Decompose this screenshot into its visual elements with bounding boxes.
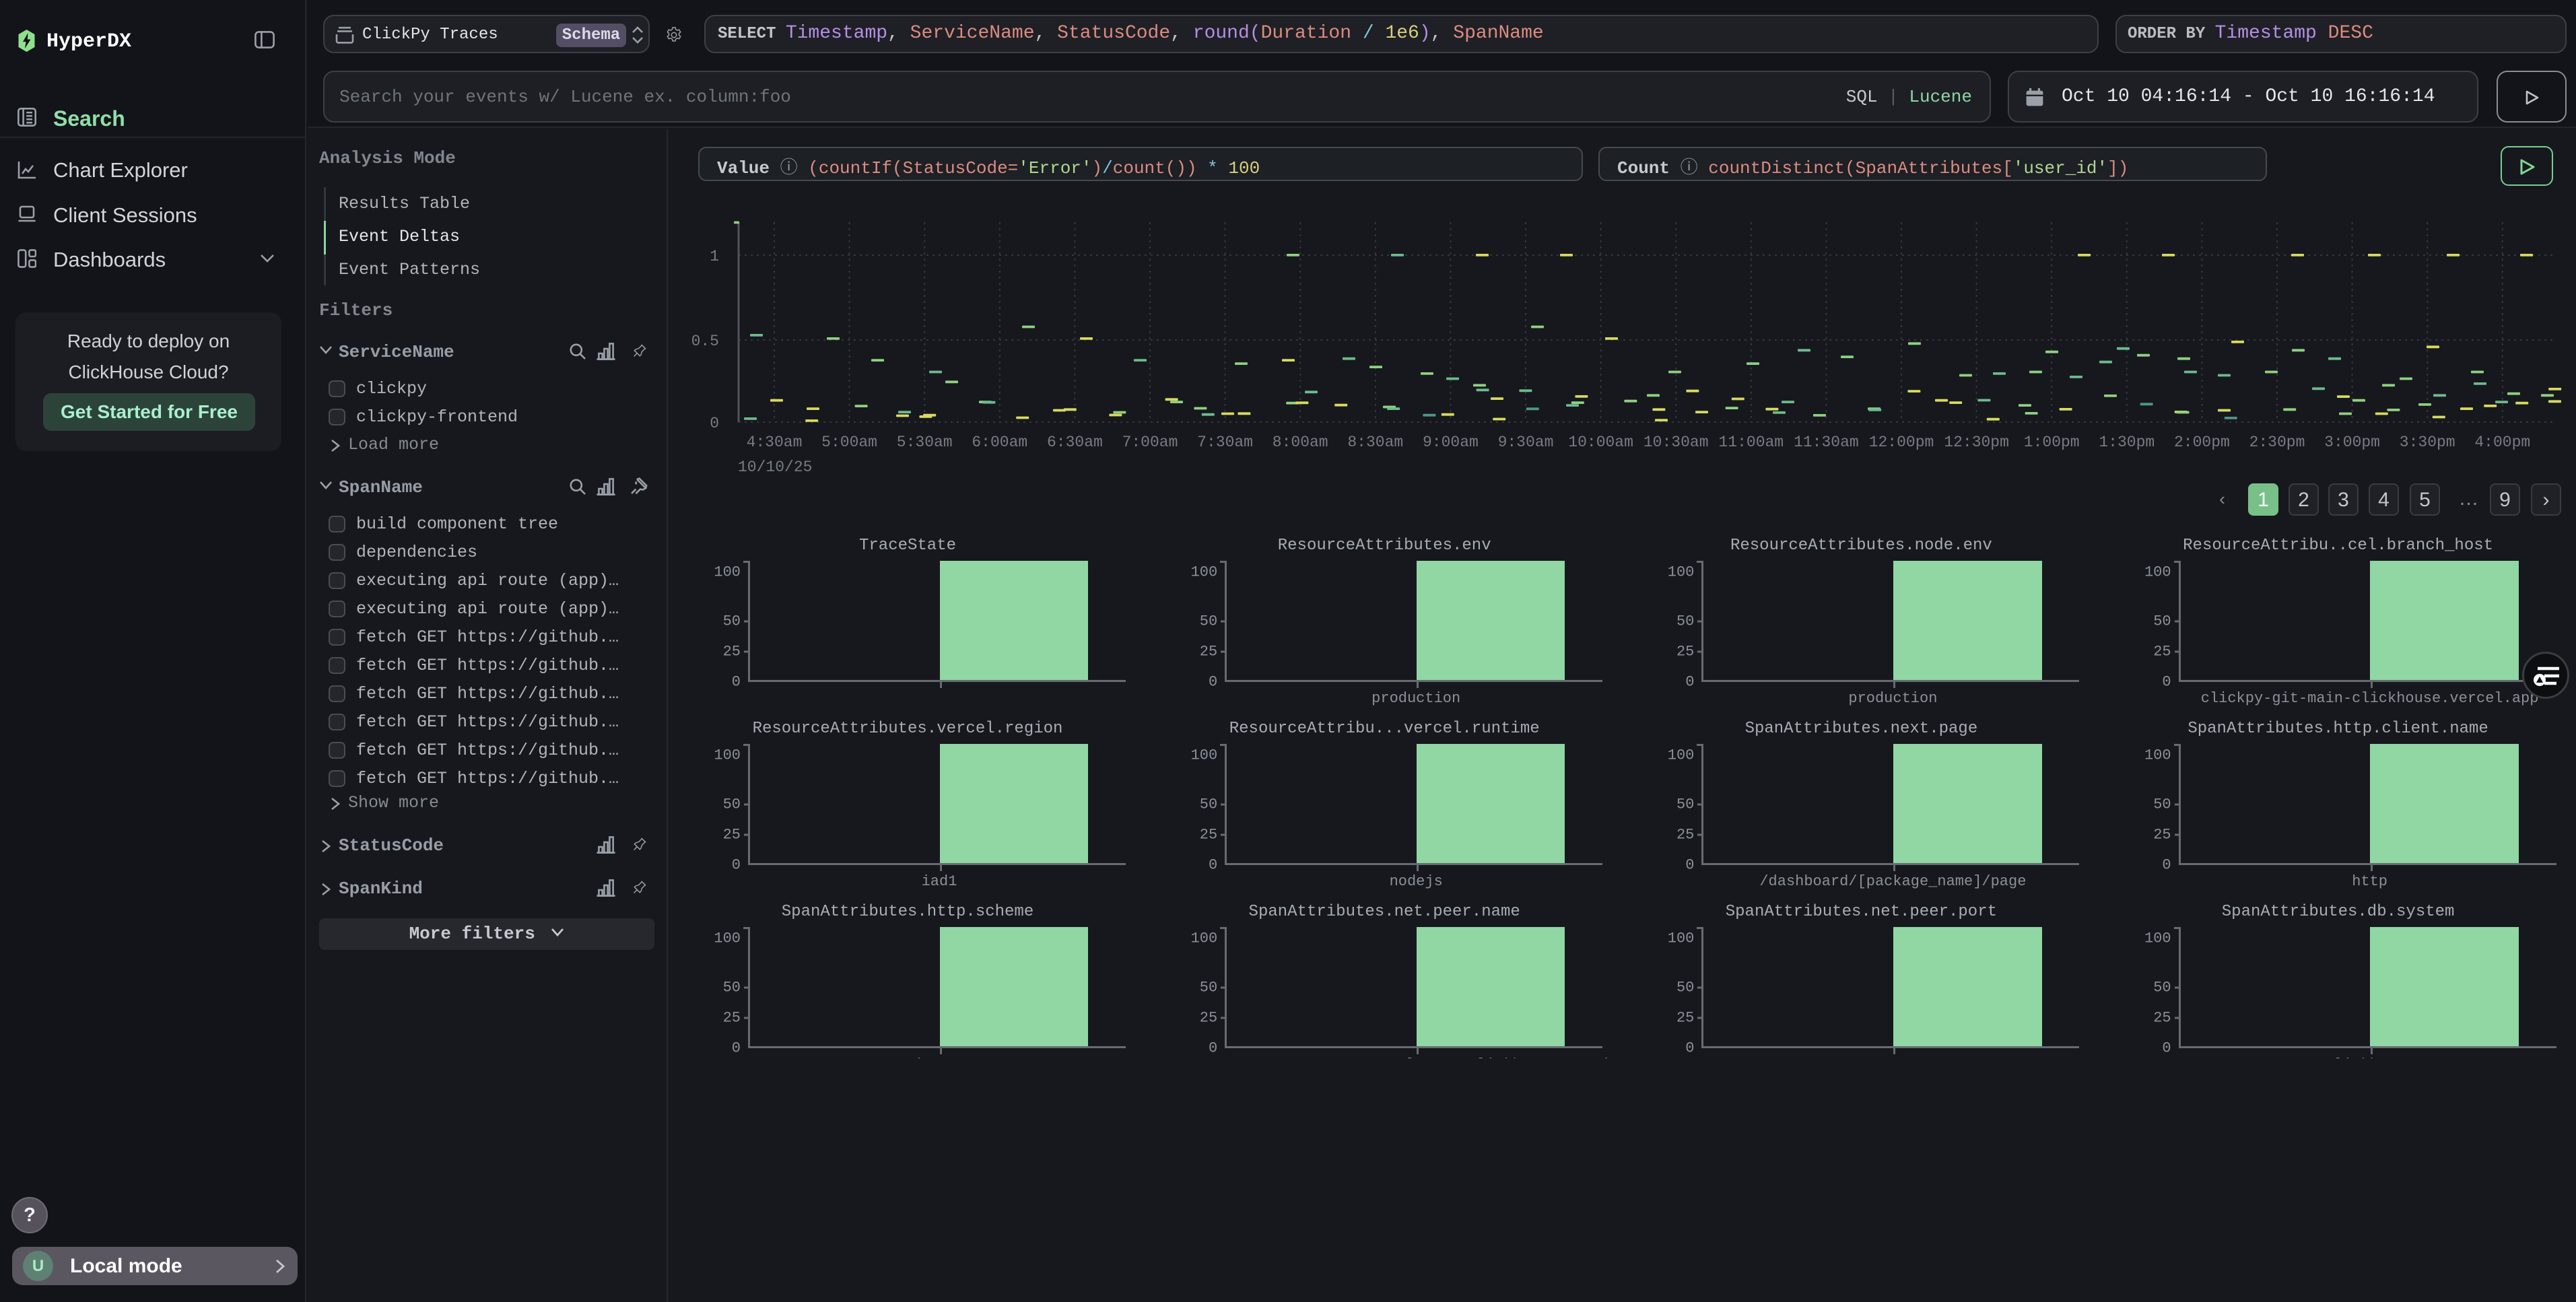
svg-text:8:30am: 8:30am: [1347, 434, 1403, 451]
svg-text:0.5: 0.5: [691, 333, 719, 350]
svg-text:5:00am: 5:00am: [821, 434, 877, 451]
svg-text:1: 1: [710, 248, 719, 265]
svg-text:10:30am: 10:30am: [1643, 434, 1709, 451]
svg-text:6:00am: 6:00am: [972, 434, 1027, 451]
svg-text:11:00am: 11:00am: [1718, 434, 1784, 451]
svg-text:3:30pm: 3:30pm: [2400, 434, 2455, 451]
svg-text:6:30am: 6:30am: [1047, 434, 1103, 451]
svg-text:4:30am: 4:30am: [747, 434, 803, 451]
svg-text:10/10/25: 10/10/25: [738, 458, 812, 476]
svg-text:7:00am: 7:00am: [1122, 434, 1178, 451]
svg-text:3:00pm: 3:00pm: [2324, 434, 2380, 451]
svg-text:12:00pm: 12:00pm: [1869, 434, 1934, 451]
svg-text:5:30am: 5:30am: [897, 434, 953, 451]
svg-text:0: 0: [710, 415, 719, 432]
svg-text:12:30pm: 12:30pm: [1944, 434, 2009, 451]
svg-text:10:00am: 10:00am: [1568, 434, 1633, 451]
svg-text:9:30am: 9:30am: [1498, 434, 1554, 451]
svg-text:8:00am: 8:00am: [1273, 434, 1328, 451]
svg-text:7:30am: 7:30am: [1197, 434, 1253, 451]
svg-text:11:30am: 11:30am: [1794, 434, 1859, 451]
svg-text:1:30pm: 1:30pm: [2099, 434, 2155, 451]
svg-text:1:00pm: 1:00pm: [2024, 434, 2080, 451]
svg-text:2:00pm: 2:00pm: [2174, 434, 2230, 451]
svg-text:2:30pm: 2:30pm: [2249, 434, 2305, 451]
svg-text:9:00am: 9:00am: [1423, 434, 1479, 451]
svg-text:4:00pm: 4:00pm: [2474, 434, 2530, 451]
